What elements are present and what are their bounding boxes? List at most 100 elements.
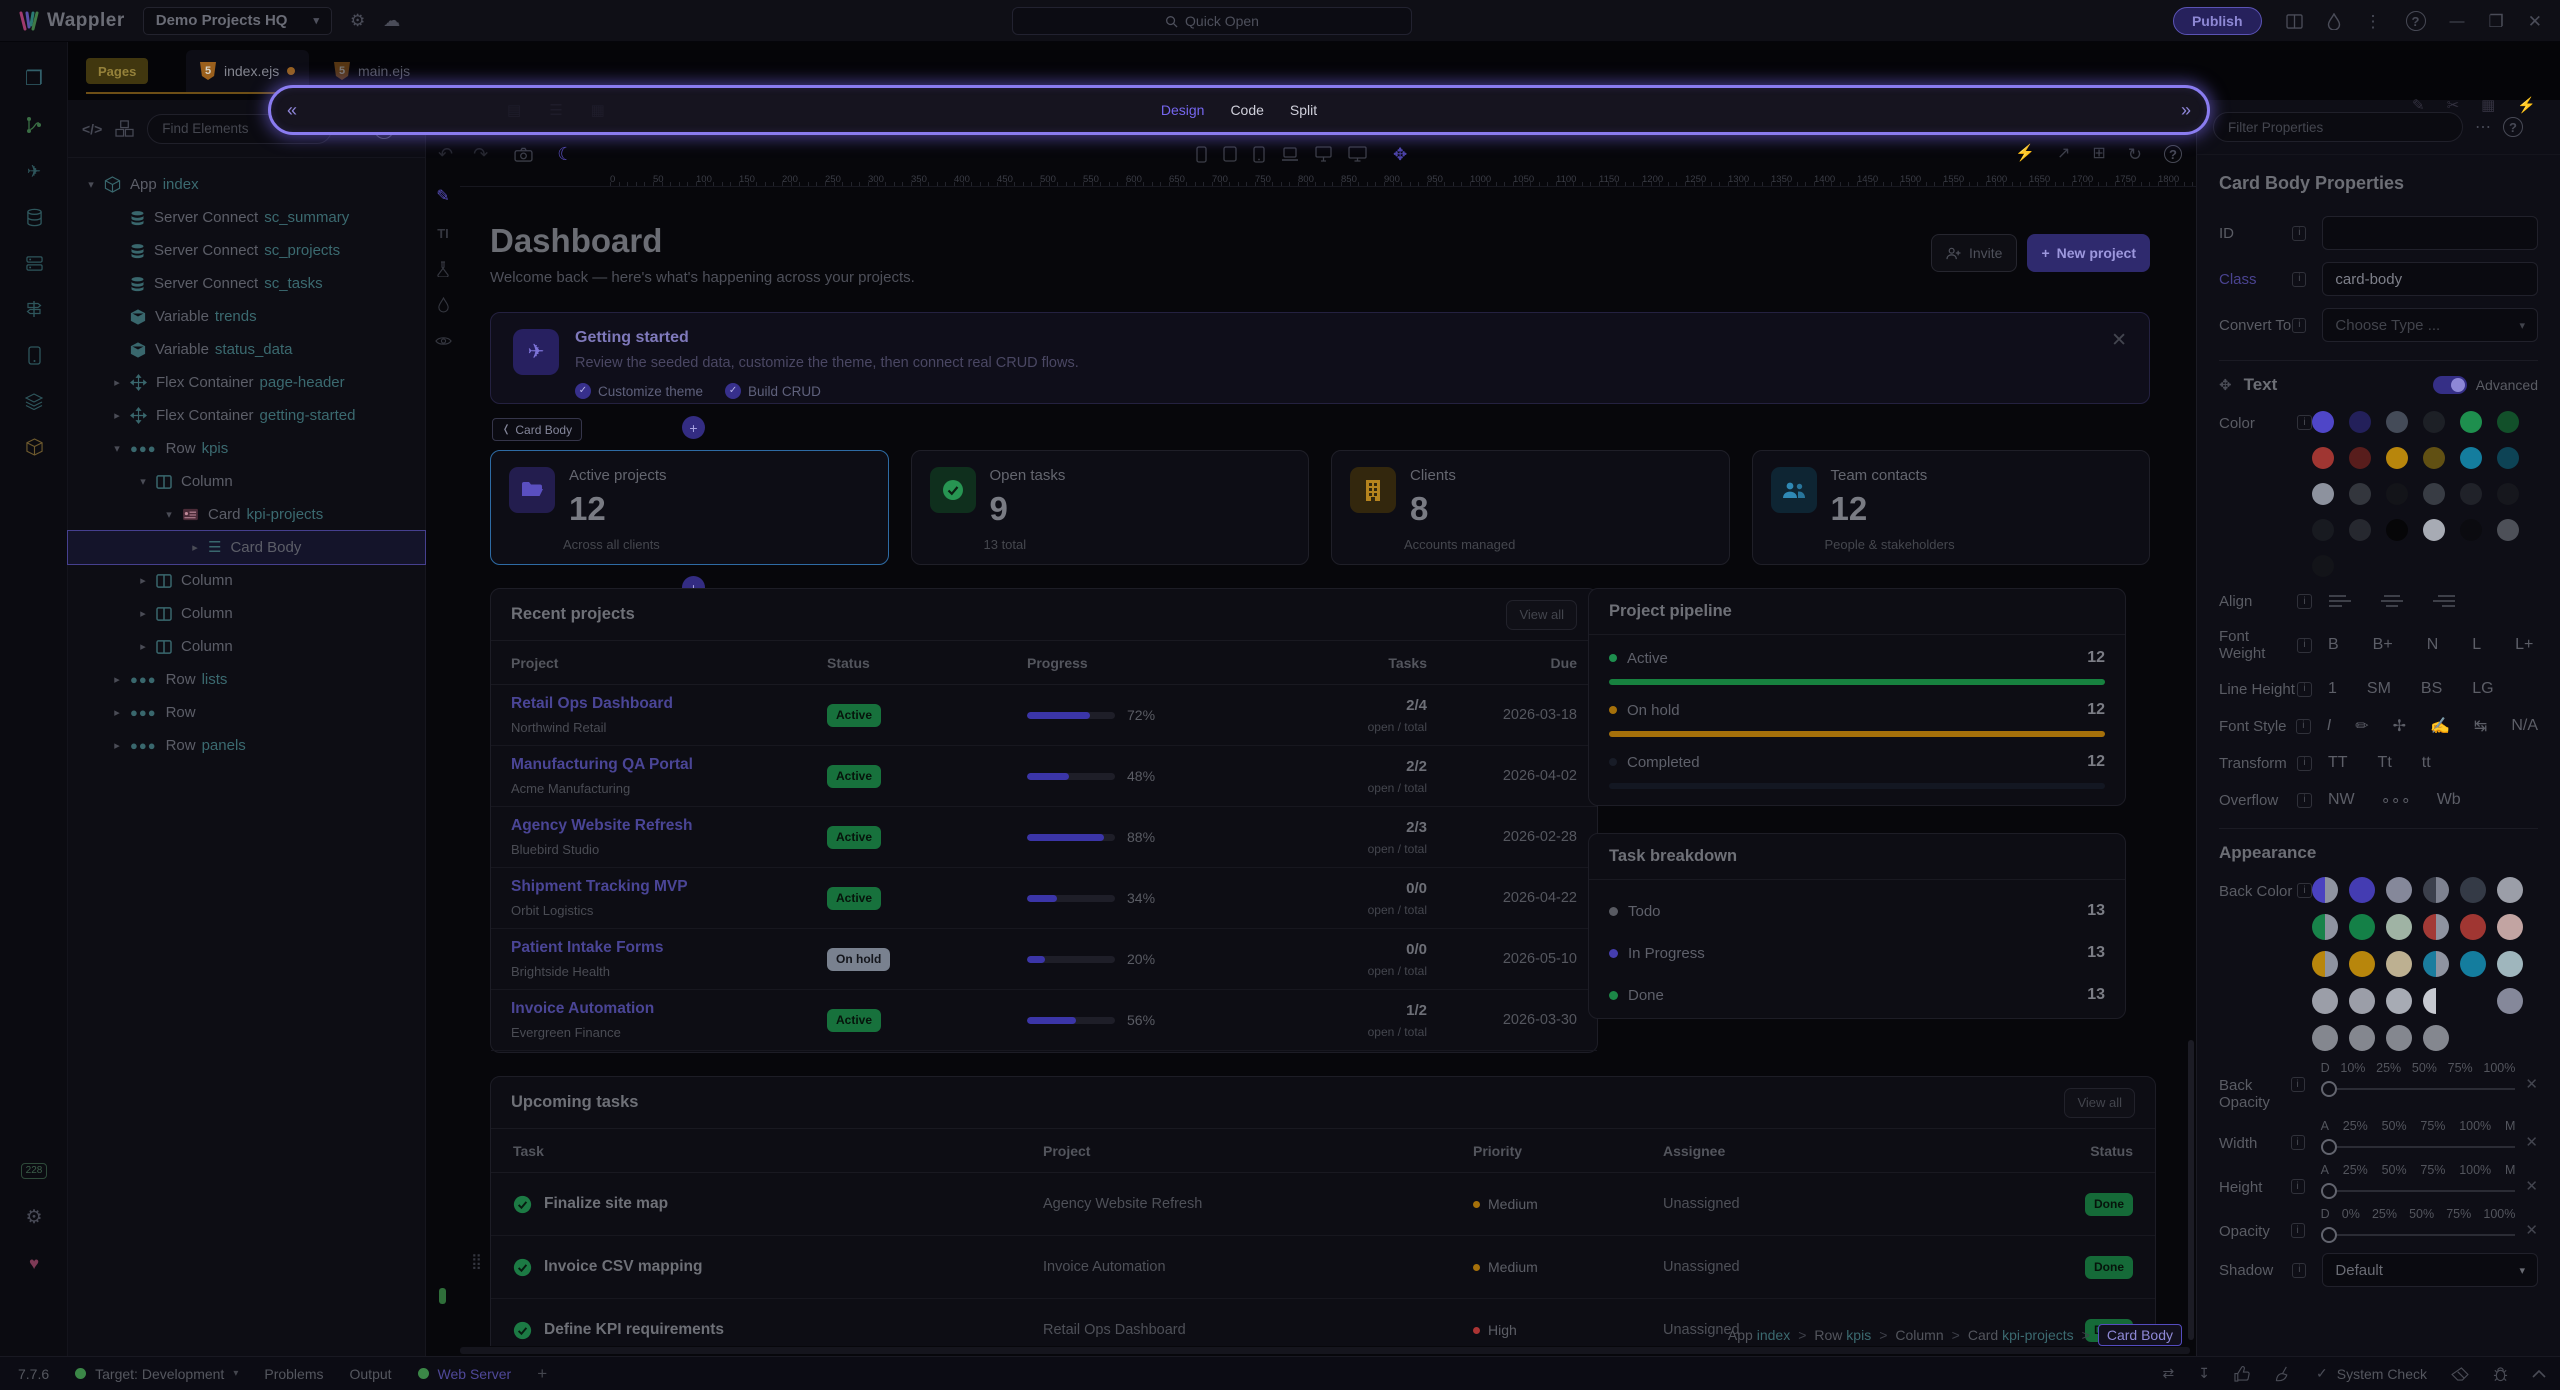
- slider-track[interactable]: [2337, 1234, 2516, 1236]
- info-icon[interactable]: i: [2292, 318, 2306, 333]
- tree-item-card-body[interactable]: ▸☰Card Body: [68, 531, 425, 564]
- project-link[interactable]: Patient Intake Forms: [511, 939, 827, 957]
- table-row[interactable]: Agency Website RefreshBluebird StudioAct…: [491, 807, 1597, 868]
- kpi-card-active-projects[interactable]: Active projects12Across all clients: [490, 450, 889, 565]
- advanced-toggle[interactable]: [2433, 376, 2467, 394]
- filter-properties-input[interactable]: Filter Properties: [2213, 112, 2463, 142]
- scale-label[interactable]: 25%: [2343, 1163, 2368, 1177]
- color-swatch[interactable]: [2497, 483, 2519, 505]
- info-icon[interactable]: i: [2297, 638, 2312, 653]
- tree-item-row[interactable]: ▸●●●Row: [68, 696, 425, 729]
- tree-item-status-data[interactable]: Variablestatus_data: [68, 333, 425, 366]
- pages-button[interactable]: Pages: [86, 58, 148, 84]
- back-color-swatch[interactable]: [2312, 877, 2338, 903]
- table-row[interactable]: Patient Intake FormsBrightside HealthOn …: [491, 929, 1597, 990]
- eraser-icon[interactable]: [2451, 1367, 2469, 1381]
- insert-before-button[interactable]: +: [682, 416, 705, 439]
- scale-label[interactable]: 100%: [2459, 1119, 2491, 1133]
- info-icon[interactable]: i: [2297, 793, 2312, 808]
- class-input[interactable]: card-body: [2322, 262, 2538, 296]
- align-right-icon[interactable]: [2432, 594, 2456, 610]
- scale-label[interactable]: 75%: [2448, 1061, 2473, 1075]
- color-swatch[interactable]: [2312, 483, 2334, 505]
- scale-label[interactable]: 25%: [2372, 1207, 2397, 1221]
- back-opacity-clear-icon[interactable]: ✕: [2525, 1075, 2538, 1093]
- color-swatch[interactable]: [2423, 519, 2445, 541]
- props-help-icon[interactable]: ?: [2503, 117, 2523, 137]
- code-view-icon[interactable]: </>: [82, 121, 102, 137]
- chevron-right-icon[interactable]: ▸: [136, 607, 150, 620]
- undo-icon[interactable]: ↶: [438, 145, 453, 163]
- scale-label[interactable]: 25%: [2376, 1061, 2401, 1075]
- back-color-swatch[interactable]: [2497, 877, 2523, 903]
- back-color-swatch[interactable]: [2386, 877, 2412, 903]
- scale-label[interactable]: 100%: [2483, 1061, 2515, 1075]
- preview-eye-icon[interactable]: [426, 324, 460, 358]
- slider-knob[interactable]: [2321, 1227, 2337, 1243]
- workflows-icon[interactable]: [0, 102, 68, 148]
- color-swatch[interactable]: [2312, 447, 2334, 469]
- screenshot-camera-icon[interactable]: [514, 147, 533, 162]
- chevron-right-icon[interactable]: ▸: [136, 640, 150, 653]
- tree-item-page-header[interactable]: ▸Flex Containerpage-header: [68, 366, 425, 399]
- slider-knob[interactable]: [2321, 1081, 2337, 1097]
- color-swatch[interactable]: [2460, 483, 2482, 505]
- back-color-swatch[interactable]: [2312, 914, 2338, 940]
- tree-item-column[interactable]: ▸Column: [68, 597, 425, 630]
- quill-icon[interactable]: ✢: [2393, 716, 2406, 736]
- vertical-scrollbar[interactable]: [2188, 1040, 2194, 1340]
- output-button[interactable]: Output: [350, 1366, 392, 1382]
- settings-gear-icon[interactable]: ⚙: [350, 12, 365, 29]
- mobile-app-icon[interactable]: [0, 332, 68, 378]
- scale-label[interactable]: 75%: [2446, 1207, 2471, 1221]
- heart-icon[interactable]: ♥: [0, 1240, 68, 1286]
- option-b[interactable]: B: [2328, 636, 2339, 654]
- back-color-swatch[interactable]: [2312, 951, 2338, 977]
- help-icon[interactable]: ?: [2406, 11, 2426, 31]
- breadcrumb-current[interactable]: Card Body: [2098, 1324, 2182, 1346]
- scale-label[interactable]: 50%: [2382, 1163, 2407, 1177]
- close-button[interactable]: ✕: [2528, 13, 2542, 30]
- web-server-button[interactable]: Web Server: [418, 1366, 512, 1382]
- project-selector[interactable]: Demo Projects HQ ▾: [143, 7, 332, 35]
- color-swatch[interactable]: [2349, 483, 2371, 505]
- back-color-swatch[interactable]: [2386, 914, 2412, 940]
- package-box-icon[interactable]: [0, 424, 68, 470]
- table-row[interactable]: Shipment Tracking MVPOrbit LogisticsActi…: [491, 868, 1597, 929]
- tree-item-kpis[interactable]: ▾●●●Rowkpis: [68, 432, 425, 465]
- server-icon[interactable]: [0, 240, 68, 286]
- scale-label[interactable]: A: [2321, 1119, 2329, 1133]
- color-swatch[interactable]: [2386, 519, 2408, 541]
- scale-label[interactable]: 75%: [2420, 1119, 2445, 1133]
- tree-item-lists[interactable]: ▸●●●Rowlists: [68, 663, 425, 696]
- info-icon[interactable]: i: [2297, 756, 2312, 771]
- back-color-swatch[interactable]: [2349, 914, 2375, 940]
- table-row[interactable]: Retail Ops DashboardNorthwind RetailActi…: [491, 685, 1597, 746]
- option-n[interactable]: N: [2427, 636, 2439, 654]
- info-icon[interactable]: i: [2292, 226, 2306, 241]
- project-link[interactable]: Retail Ops Dashboard: [511, 695, 827, 713]
- italic-icon[interactable]: I: [2327, 717, 2331, 735]
- tree-item-kpi-projects[interactable]: ▾Cardkpi-projects: [68, 498, 425, 531]
- scale-label[interactable]: 10%: [2340, 1061, 2365, 1075]
- back-color-swatch[interactable]: [2349, 988, 2375, 1014]
- color-swatch[interactable]: [2386, 411, 2408, 433]
- back-color-swatch[interactable]: [2497, 914, 2523, 940]
- table-row[interactable]: Finalize site mapAgency Website RefreshM…: [491, 1173, 2155, 1236]
- quick-open-search[interactable]: Quick Open: [1012, 7, 1412, 35]
- scale-label[interactable]: 25%: [2343, 1119, 2368, 1133]
- scale-label[interactable]: 100%: [2483, 1207, 2515, 1221]
- info-icon[interactable]: i: [2296, 719, 2311, 734]
- info-icon[interactable]: i: [2297, 883, 2312, 898]
- refresh-icon[interactable]: ↻: [2128, 146, 2142, 163]
- pages-panel-icon[interactable]: ❐: [0, 56, 68, 102]
- letter-spacing-icon[interactable]: ↹: [2474, 716, 2487, 736]
- tools-icon[interactable]: ✂: [2447, 96, 2460, 114]
- chevron-down-icon[interactable]: ▾: [162, 508, 176, 521]
- back-color-swatch[interactable]: [2423, 951, 2449, 977]
- view-all-button[interactable]: View all: [1506, 600, 1577, 630]
- scale-label[interactable]: 50%: [2409, 1207, 2434, 1221]
- tree-item-index[interactable]: ▾Appindex: [68, 168, 425, 201]
- shadow-select[interactable]: Default ▾: [2322, 1253, 2538, 1287]
- height-clear-icon[interactable]: ✕: [2525, 1177, 2538, 1195]
